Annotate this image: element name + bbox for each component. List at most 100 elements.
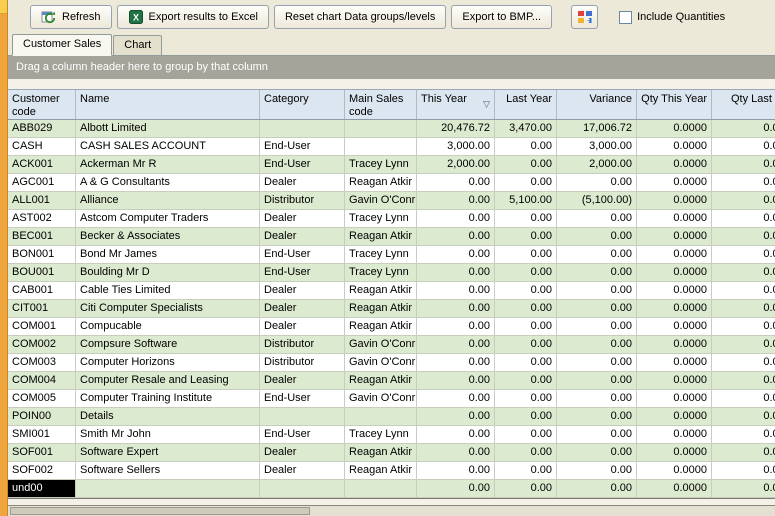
cell[interactable]: End-User (260, 156, 345, 174)
cell[interactable]: 0.0000 (637, 138, 712, 156)
cell[interactable]: 0.0000 (712, 156, 775, 174)
table-row[interactable]: POIN00Details0.000.000.000.00000.0000 (8, 408, 775, 426)
table-row[interactable]: COM004Computer Resale and LeasingDealerR… (8, 372, 775, 390)
cell[interactable]: 0.00 (557, 372, 637, 390)
horizontal-scrollbar[interactable] (8, 505, 775, 516)
cell[interactable]: Boulding Mr D (76, 264, 260, 282)
cell[interactable]: 0.0000 (712, 210, 775, 228)
cell[interactable]: Details (76, 408, 260, 426)
cell[interactable]: 0.00 (495, 480, 557, 498)
cell[interactable]: CASH (8, 138, 76, 156)
table-row[interactable]: COM001CompucableDealerReagan Atkir0.000.… (8, 318, 775, 336)
cell[interactable]: 0.0000 (637, 120, 712, 138)
cell[interactable]: SOF002 (8, 462, 76, 480)
cell[interactable]: 0.0000 (712, 408, 775, 426)
cell[interactable]: 0.0000 (712, 480, 775, 498)
cell[interactable]: Gavin O'Conr (345, 192, 417, 210)
cell[interactable]: 0.0000 (637, 336, 712, 354)
cell[interactable]: Dealer (260, 444, 345, 462)
table-row[interactable]: AGC001A & G ConsultantsDealerReagan Atki… (8, 174, 775, 192)
table-row[interactable]: CAB001Cable Ties LimitedDealerReagan Atk… (8, 282, 775, 300)
cell[interactable]: 0.0000 (712, 282, 775, 300)
cell[interactable]: A & G Consultants (76, 174, 260, 192)
table-row[interactable]: CIT001Citi Computer SpecialistsDealerRea… (8, 300, 775, 318)
cell[interactable]: Reagan Atkir (345, 228, 417, 246)
cell[interactable]: Distributor (260, 336, 345, 354)
table-row[interactable]: ABB029Albott Limited20,476.723,470.0017,… (8, 120, 775, 138)
cell[interactable]: Software Sellers (76, 462, 260, 480)
export-bmp-button[interactable]: Export to BMP... (451, 5, 552, 29)
cell[interactable]: 0.0000 (712, 228, 775, 246)
column-header-variance[interactable]: Variance (557, 90, 637, 119)
column-header-this-year[interactable]: This Year▽ (417, 90, 495, 119)
table-row[interactable]: BOU001Boulding Mr DEnd-UserTracey Lynn0.… (8, 264, 775, 282)
cell[interactable]: Tracey Lynn (345, 426, 417, 444)
cell[interactable]: 0.0000 (712, 138, 775, 156)
cell[interactable]: Reagan Atkir (345, 174, 417, 192)
cell[interactable]: 20,476.72 (417, 120, 495, 138)
cell[interactable]: 0.00 (557, 426, 637, 444)
table-row[interactable]: ACK001Ackerman Mr REnd-UserTracey Lynn2,… (8, 156, 775, 174)
cell[interactable]: Albott Limited (76, 120, 260, 138)
cell[interactable]: CASH SALES ACCOUNT (76, 138, 260, 156)
cell[interactable]: 17,006.72 (557, 120, 637, 138)
cell[interactable]: 0.00 (495, 462, 557, 480)
cell[interactable]: End-User (260, 390, 345, 408)
cell[interactable] (260, 480, 345, 498)
cell[interactable] (345, 138, 417, 156)
table-row[interactable]: COM002Compsure SoftwareDistributorGavin … (8, 336, 775, 354)
cell[interactable]: 0.0000 (637, 390, 712, 408)
table-row[interactable]: COM005Computer Training InstituteEnd-Use… (8, 390, 775, 408)
cell[interactable]: 0.0000 (712, 390, 775, 408)
cell[interactable]: 0.0000 (712, 462, 775, 480)
cell[interactable] (76, 480, 260, 498)
cell[interactable]: COM002 (8, 336, 76, 354)
cell[interactable]: 0.00 (495, 336, 557, 354)
cell[interactable]: 0.00 (417, 174, 495, 192)
cell[interactable]: Reagan Atkir (345, 282, 417, 300)
cell[interactable]: Smith Mr John (76, 426, 260, 444)
cell[interactable]: AST002 (8, 210, 76, 228)
cell[interactable]: SMI001 (8, 426, 76, 444)
cell[interactable]: BEC001 (8, 228, 76, 246)
cell[interactable]: 0.00 (495, 228, 557, 246)
cell[interactable]: 0.00 (557, 408, 637, 426)
cell[interactable]: Distributor (260, 354, 345, 372)
cell[interactable]: 0.00 (495, 318, 557, 336)
cell[interactable]: ALL001 (8, 192, 76, 210)
cell[interactable]: 0.00 (417, 318, 495, 336)
cell[interactable]: Astcom Computer Traders (76, 210, 260, 228)
cell[interactable]: 0.00 (495, 156, 557, 174)
cell[interactable]: 0.00 (417, 246, 495, 264)
cell[interactable]: 0.0000 (637, 300, 712, 318)
cell[interactable]: Becker & Associates (76, 228, 260, 246)
cell[interactable]: CIT001 (8, 300, 76, 318)
cell[interactable] (260, 408, 345, 426)
cell[interactable]: Gavin O'Conr (345, 390, 417, 408)
table-row[interactable]: AST002Astcom Computer TradersDealerTrace… (8, 210, 775, 228)
column-header-category[interactable]: Category (260, 90, 345, 119)
cell[interactable]: Dealer (260, 210, 345, 228)
cell[interactable]: Bond Mr James (76, 246, 260, 264)
cell[interactable]: 0.0000 (712, 300, 775, 318)
cell[interactable]: 2,000.00 (557, 156, 637, 174)
cell[interactable]: 0.00 (495, 444, 557, 462)
cell[interactable]: ABB029 (8, 120, 76, 138)
cell[interactable]: Citi Computer Specialists (76, 300, 260, 318)
cell[interactable]: 0.0000 (637, 354, 712, 372)
cell[interactable]: 0.00 (557, 480, 637, 498)
cell[interactable]: Gavin O'Conr (345, 354, 417, 372)
cell[interactable]: und00 (8, 480, 76, 498)
cell[interactable]: 0.00 (557, 282, 637, 300)
cell[interactable] (345, 480, 417, 498)
column-header-main-sales-code[interactable]: Main Sales code (345, 90, 417, 119)
cell[interactable]: 0.00 (557, 246, 637, 264)
cell[interactable]: 0.0000 (637, 174, 712, 192)
cell[interactable]: 0.00 (417, 210, 495, 228)
cell[interactable]: (5,100.00) (557, 192, 637, 210)
export-excel-button[interactable]: X Export results to Excel (117, 5, 269, 29)
cell[interactable]: AGC001 (8, 174, 76, 192)
cell[interactable]: 0.00 (495, 138, 557, 156)
cell[interactable]: Dealer (260, 228, 345, 246)
cell[interactable]: COM003 (8, 354, 76, 372)
